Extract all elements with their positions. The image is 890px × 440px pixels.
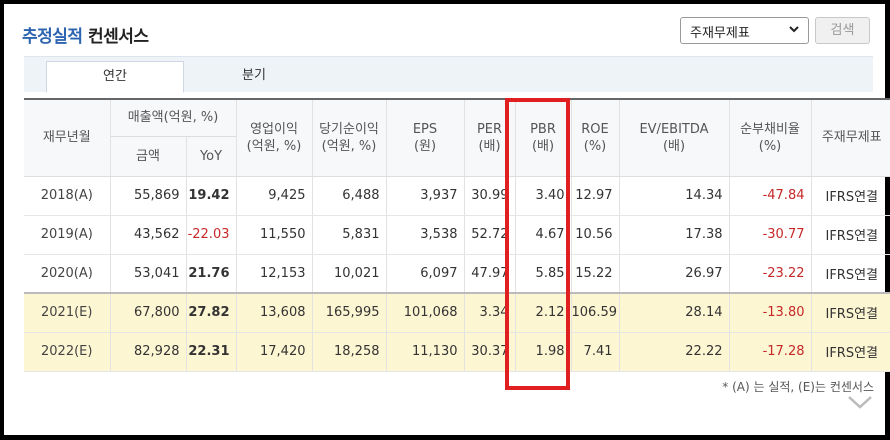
cell-ev-ebitda: 26.97 [619,254,730,294]
cell-sales-yoy: -22.03 [186,215,237,255]
cell-period: 2019(A) [24,215,111,255]
cell-net-income: 5,831 [312,215,387,255]
header-sales-yoy: YoY [186,136,237,177]
cell-roe: 15.22 [571,254,620,294]
cell-period: 2021(E) [24,292,111,333]
cell-eps: 11,130 [386,332,465,372]
cell-eps: 101,068 [386,292,465,333]
table-row: 2021(E) 67,800 27.82 13,608 165,995 101,068 3.… [24,292,890,333]
cell-roe: 10.56 [571,215,620,255]
period-tabbar: 연간 분기 [24,56,873,93]
cell-statement: IFRS연결 [811,254,890,294]
cell-op-income: 11,550 [236,215,313,255]
page-title: 추정실적 컨센서스 [22,22,149,47]
cell-debt-ratio: -47.84 [729,176,812,216]
pbr-highlight-box [505,98,570,390]
cell-statement: IFRS연결 [811,292,890,333]
cell-op-income: 9,425 [236,176,313,216]
search-button[interactable]: 검색 [815,17,870,44]
header-op-income: 영업이익 (억원, %) [236,99,313,177]
cell-sales-yoy: 22.31 [186,332,237,372]
header-period: 재무년월 [24,99,111,177]
cell-eps: 3,937 [386,176,465,216]
cell-net-income: 6,488 [312,176,387,216]
tab-quarterly[interactable]: 분기 [194,61,314,93]
cell-debt-ratio: -23.22 [729,254,812,294]
cell-statement: IFRS연결 [811,332,890,372]
cell-sales-amount: 55,869 [110,176,187,216]
header-ev-ebitda: EV/EBITDA (배) [619,99,730,177]
header-eps: EPS (원) [386,99,465,177]
chevron-down-icon [789,26,799,33]
cell-period: 2022(E) [24,332,111,372]
title-consensus-suffix: 컨센서스 [87,27,149,47]
table-row: 2020(A) 53,041 21.76 12,153 10,021 6,097 47.97… [24,254,890,294]
cell-period: 2018(A) [24,176,111,216]
cell-op-income: 13,608 [236,292,313,333]
header-roe: ROE (%) [571,99,620,177]
tab-annual[interactable]: 연간 [46,61,184,93]
cell-sales-amount: 43,562 [110,215,187,255]
cell-op-income: 12,153 [236,254,313,294]
cell-sales-yoy: 19.42 [186,176,237,216]
cell-net-income: 10,021 [312,254,387,294]
table-row: 2018(A) 55,869 19.42 9,425 6,488 3,937 30.99 3.… [24,176,890,216]
cell-statement: IFRS연결 [811,176,890,216]
cell-ev-ebitda: 17.38 [619,215,730,255]
cell-ev-ebitda: 28.14 [619,292,730,333]
table-row: 2019(A) 43,562 -22.03 11,550 5,831 3,538 52.72… [24,215,890,255]
cell-debt-ratio: -13.80 [729,292,812,333]
cell-debt-ratio: -17.28 [729,332,812,372]
cell-roe: 106.59 [571,292,620,333]
header-statement: 주재무제표 [811,99,890,177]
header-sales-amount: 금액 [110,136,187,177]
cell-net-income: 165,995 [312,292,387,333]
cell-sales-yoy: 27.82 [186,292,237,333]
header-debt-ratio: 순부채비율 (%) [729,99,812,177]
cell-op-income: 17,420 [236,332,313,372]
header-net-income: 당기순이익 (억원, %) [312,99,387,177]
header-sales-group: 매출액(억원, %) [110,99,237,137]
statement-type-value: 주재무제표 [690,26,750,41]
cell-sales-amount: 67,800 [110,292,187,333]
cell-net-income: 18,258 [312,332,387,372]
cell-sales-yoy: 21.76 [186,254,237,294]
cell-roe: 12.97 [571,176,620,216]
statement-type-select[interactable]: 주재무제표 [680,17,809,44]
cell-sales-amount: 53,041 [110,254,187,294]
cell-statement: IFRS연결 [811,215,890,255]
cell-roe: 7.41 [571,332,620,372]
cell-eps: 6,097 [386,254,465,294]
cell-ev-ebitda: 14.34 [619,176,730,216]
cell-sales-amount: 82,928 [110,332,187,372]
cell-ev-ebitda: 22.22 [619,332,730,372]
cell-eps: 3,538 [386,215,465,255]
cell-debt-ratio: -30.77 [729,215,812,255]
title-consensus-label: 추정실적 [22,27,83,47]
table-row: 2022(E) 82,928 22.31 17,420 18,258 11,130 30.3… [24,332,890,372]
cell-period: 2020(A) [24,254,111,294]
consensus-table: 재무년월 매출액(억원, %) 영업이익 (억원, %) 당기순이익 (억원, %)… [24,98,890,372]
chevron-down-icon[interactable] [846,392,874,412]
